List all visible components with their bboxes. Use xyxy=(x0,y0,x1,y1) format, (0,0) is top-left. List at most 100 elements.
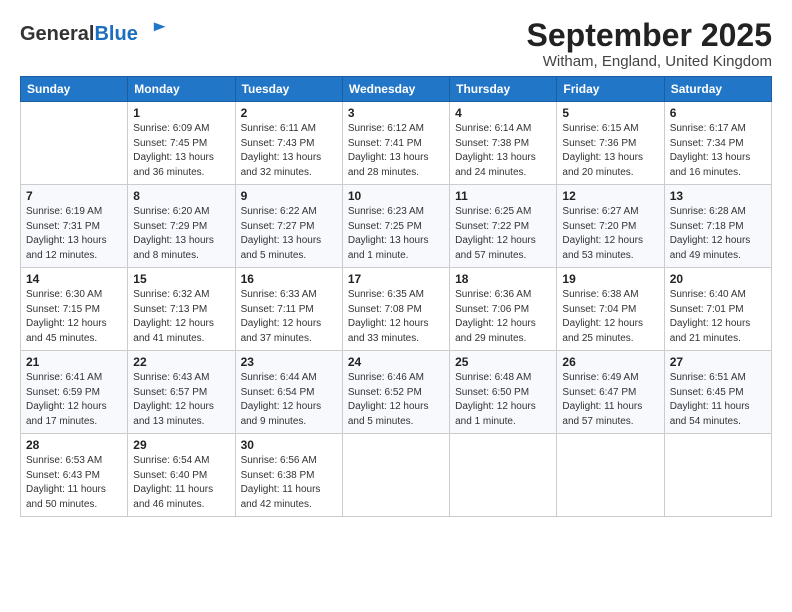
day-number: 17 xyxy=(348,272,444,286)
day-info: Sunrise: 6:32 AMSunset: 7:13 PMDaylight:… xyxy=(133,288,229,346)
day-info: Sunrise: 6:44 AMSunset: 6:54 PMDaylight:… xyxy=(241,371,337,429)
logo-general: General xyxy=(20,23,94,45)
calendar-cell: 1Sunrise: 6:09 AMSunset: 7:45 PMDaylight… xyxy=(128,102,235,185)
day-number: 27 xyxy=(670,355,766,369)
calendar-cell: 26Sunrise: 6:49 AMSunset: 6:47 PMDayligh… xyxy=(557,351,664,434)
day-info: Sunrise: 6:14 AMSunset: 7:38 PMDaylight:… xyxy=(455,122,551,180)
day-info: Sunrise: 6:27 AMSunset: 7:20 PMDaylight:… xyxy=(562,205,658,263)
day-info: Sunrise: 6:20 AMSunset: 7:29 PMDaylight:… xyxy=(133,205,229,263)
day-number: 21 xyxy=(26,355,122,369)
day-info: Sunrise: 6:30 AMSunset: 7:15 PMDaylight:… xyxy=(26,288,122,346)
day-info: Sunrise: 6:09 AMSunset: 7:45 PMDaylight:… xyxy=(133,122,229,180)
day-number: 4 xyxy=(455,106,551,120)
calendar-cell: 19 Sunrise: 6:38 AMSunset: 7:04 PMDayligh… xyxy=(557,268,664,351)
day-info: Sunrise: 6:38 AMSunset: 7:04 PMDaylight:… xyxy=(562,288,658,346)
logo: GeneralBlue xyxy=(20,18,167,45)
day-info: Sunrise: 6:23 AMSunset: 7:25 PMDaylight:… xyxy=(348,205,444,263)
day-info: Sunrise: 6:41 AMSunset: 6:59 PMDaylight:… xyxy=(26,371,122,429)
day-number: 9 xyxy=(241,189,337,203)
logo-blue: Blue xyxy=(94,23,137,45)
calendar-week-row: 1Sunrise: 6:09 AMSunset: 7:45 PMDaylight… xyxy=(21,102,772,185)
day-of-week-header: Monday xyxy=(128,77,235,102)
day-info: Sunrise: 6:43 AMSunset: 6:57 PMDaylight:… xyxy=(133,371,229,429)
day-info: Sunrise: 6:48 AMSunset: 6:50 PMDaylight:… xyxy=(455,371,551,429)
calendar-cell: 29 Sunrise: 6:54 AMSunset: 6:40 PMDayligh… xyxy=(128,434,235,517)
calendar-cell xyxy=(21,102,128,185)
day-of-week-header: Thursday xyxy=(450,77,557,102)
day-number: 6 xyxy=(670,106,766,120)
calendar-week-row: 7 Sunrise: 6:19 AMSunset: 7:31 PMDaylight… xyxy=(21,185,772,268)
day-info: Sunrise: 6:15 AMSunset: 7:36 PMDaylight:… xyxy=(562,122,658,180)
calendar-header-row: SundayMondayTuesdayWednesdayThursdayFrid… xyxy=(21,77,772,102)
calendar-cell: 18 Sunrise: 6:36 AMSunset: 7:06 PMDayligh… xyxy=(450,268,557,351)
calendar-cell: 8 Sunrise: 6:20 AMSunset: 7:29 PMDaylight… xyxy=(128,185,235,268)
day-number: 29 xyxy=(133,438,229,452)
day-number: 15 xyxy=(133,272,229,286)
calendar-cell: 25 Sunrise: 6:48 AMSunset: 6:50 PMDayligh… xyxy=(450,351,557,434)
day-info: Sunrise: 6:17 AMSunset: 7:34 PMDaylight:… xyxy=(670,122,766,180)
calendar-cell: 6 Sunrise: 6:17 AMSunset: 7:34 PMDaylight… xyxy=(664,102,771,185)
day-number: 7 xyxy=(26,189,122,203)
day-number: 24 xyxy=(348,355,444,369)
day-number: 3 xyxy=(348,106,444,120)
day-info: Sunrise: 6:36 AMSunset: 7:06 PMDaylight:… xyxy=(455,288,551,346)
day-number: 22 xyxy=(133,355,229,369)
calendar-cell: 5 Sunrise: 6:15 AMSunset: 7:36 PMDaylight… xyxy=(557,102,664,185)
day-info: Sunrise: 6:56 AMSunset: 6:38 PMDaylight:… xyxy=(241,454,337,512)
calendar-week-row: 21 Sunrise: 6:41 AMSunset: 6:59 PMDayligh… xyxy=(21,351,772,434)
day-number: 20 xyxy=(670,272,766,286)
calendar-cell: 27Sunrise: 6:51 AMSunset: 6:45 PMDayligh… xyxy=(664,351,771,434)
day-info: Sunrise: 6:49 AMSunset: 6:47 PMDaylight:… xyxy=(562,371,658,429)
day-info: Sunrise: 6:46 AMSunset: 6:52 PMDaylight:… xyxy=(348,371,444,429)
day-number: 18 xyxy=(455,272,551,286)
calendar-cell: 17 Sunrise: 6:35 AMSunset: 7:08 PMDayligh… xyxy=(342,268,449,351)
calendar-cell: 4 Sunrise: 6:14 AMSunset: 7:38 PMDaylight… xyxy=(450,102,557,185)
day-number: 25 xyxy=(455,355,551,369)
calendar-cell: 28Sunrise: 6:53 AMSunset: 6:43 PMDayligh… xyxy=(21,434,128,517)
day-of-week-header: Tuesday xyxy=(235,77,342,102)
calendar-cell: 3 Sunrise: 6:12 AMSunset: 7:41 PMDaylight… xyxy=(342,102,449,185)
calendar-week-row: 28Sunrise: 6:53 AMSunset: 6:43 PMDayligh… xyxy=(21,434,772,517)
calendar-cell: 24 Sunrise: 6:46 AMSunset: 6:52 PMDayligh… xyxy=(342,351,449,434)
calendar-cell: 7 Sunrise: 6:19 AMSunset: 7:31 PMDaylight… xyxy=(21,185,128,268)
day-info: Sunrise: 6:54 AMSunset: 6:40 PMDaylight:… xyxy=(133,454,229,512)
calendar-cell: 16 Sunrise: 6:33 AMSunset: 7:11 PMDayligh… xyxy=(235,268,342,351)
calendar-cell: 15 Sunrise: 6:32 AMSunset: 7:13 PMDayligh… xyxy=(128,268,235,351)
day-number: 16 xyxy=(241,272,337,286)
day-number: 8 xyxy=(133,189,229,203)
day-info: Sunrise: 6:22 AMSunset: 7:27 PMDaylight:… xyxy=(241,205,337,263)
day-number: 13 xyxy=(670,189,766,203)
day-number: 28 xyxy=(26,438,122,452)
calendar-cell: 30 Sunrise: 6:56 AMSunset: 6:38 PMDayligh… xyxy=(235,434,342,517)
day-info: Sunrise: 6:25 AMSunset: 7:22 PMDaylight:… xyxy=(455,205,551,263)
day-info: Sunrise: 6:35 AMSunset: 7:08 PMDaylight:… xyxy=(348,288,444,346)
day-number: 5 xyxy=(562,106,658,120)
calendar-week-row: 14Sunrise: 6:30 AMSunset: 7:15 PMDayligh… xyxy=(21,268,772,351)
day-info: Sunrise: 6:28 AMSunset: 7:18 PMDaylight:… xyxy=(670,205,766,263)
day-number: 19 xyxy=(562,272,658,286)
calendar-cell: 13 Sunrise: 6:28 AMSunset: 7:18 PMDayligh… xyxy=(664,185,771,268)
day-info: Sunrise: 6:33 AMSunset: 7:11 PMDaylight:… xyxy=(241,288,337,346)
day-number: 12 xyxy=(562,189,658,203)
calendar-cell: 14Sunrise: 6:30 AMSunset: 7:15 PMDayligh… xyxy=(21,268,128,351)
calendar-cell xyxy=(342,434,449,517)
day-info: Sunrise: 6:12 AMSunset: 7:41 PMDaylight:… xyxy=(348,122,444,180)
day-number: 30 xyxy=(241,438,337,452)
day-info: Sunrise: 6:19 AMSunset: 7:31 PMDaylight:… xyxy=(26,205,122,263)
day-number: 2 xyxy=(241,106,337,120)
calendar-table: SundayMondayTuesdayWednesdayThursdayFrid… xyxy=(20,76,772,517)
day-of-week-header: Wednesday xyxy=(342,77,449,102)
title-block: September 2025 Witham, England, United K… xyxy=(527,18,772,70)
logo-flag-icon xyxy=(145,18,167,40)
header: GeneralBlue September 2025 Witham, Engla… xyxy=(20,18,772,70)
day-number: 10 xyxy=(348,189,444,203)
calendar-cell: 11Sunrise: 6:25 AMSunset: 7:22 PMDayligh… xyxy=(450,185,557,268)
calendar-cell: 20 Sunrise: 6:40 AMSunset: 7:01 PMDayligh… xyxy=(664,268,771,351)
day-info: Sunrise: 6:40 AMSunset: 7:01 PMDaylight:… xyxy=(670,288,766,346)
day-of-week-header: Sunday xyxy=(21,77,128,102)
calendar-cell xyxy=(664,434,771,517)
day-of-week-header: Friday xyxy=(557,77,664,102)
calendar-cell: 23Sunrise: 6:44 AMSunset: 6:54 PMDayligh… xyxy=(235,351,342,434)
calendar-cell xyxy=(450,434,557,517)
calendar-cell: 10 Sunrise: 6:23 AMSunset: 7:25 PMDayligh… xyxy=(342,185,449,268)
